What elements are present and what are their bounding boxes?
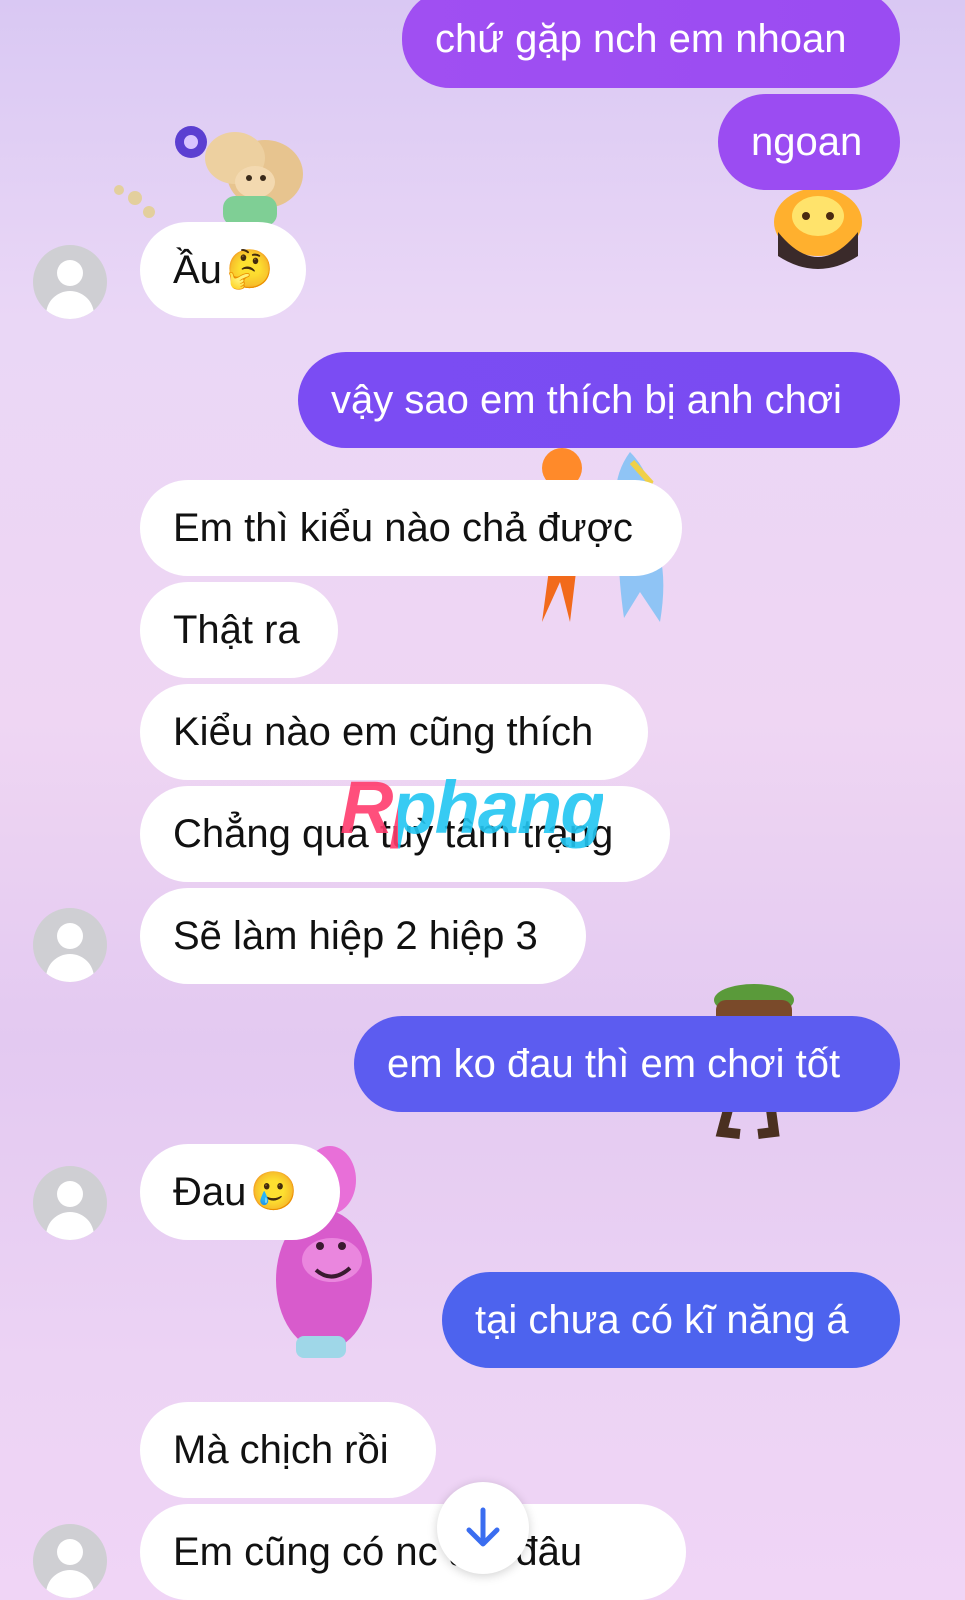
message-text: Em thì kiểu nào chả được bbox=[173, 506, 633, 550]
watermark-logo: Rphang bbox=[340, 766, 605, 849]
outgoing-message[interactable]: em ko đau thì em chơi tốt bbox=[354, 1016, 900, 1112]
fire-character-sticker bbox=[774, 188, 862, 269]
message-text: em ko đau thì em chơi tốt bbox=[387, 1042, 841, 1086]
avatar[interactable] bbox=[33, 1166, 107, 1240]
message-text: Kiểu nào em cũng thích bbox=[173, 710, 594, 754]
outgoing-message[interactable]: tại chưa có kĩ năng á bbox=[442, 1272, 900, 1368]
outgoing-message[interactable]: chứ gặp nch em nhoan bbox=[402, 0, 900, 88]
message-text: Sẽ làm hiệp 2 hiệp 3 bbox=[173, 914, 538, 958]
incoming-message[interactable]: Sẽ làm hiệp 2 hiệp 3 bbox=[140, 888, 586, 984]
thinking-emoji-icon: 🤔 bbox=[225, 249, 274, 291]
avatar[interactable] bbox=[33, 1524, 107, 1598]
tearful-smile-emoji-icon: 🥲 bbox=[250, 1171, 298, 1213]
outgoing-message[interactable]: vậy sao em thích bị anh chơi bbox=[298, 352, 900, 448]
scroll-to-bottom-button[interactable] bbox=[437, 1482, 529, 1574]
incoming-message[interactable]: Em cũng có nc am đâu bbox=[140, 1504, 686, 1600]
cloud-character-sticker bbox=[114, 126, 303, 226]
outgoing-message[interactable]: ngoan bbox=[718, 94, 900, 190]
message-text: Mà chịch rồi bbox=[173, 1428, 389, 1472]
avatar[interactable] bbox=[33, 245, 107, 319]
arrow-down-icon bbox=[466, 1507, 500, 1547]
incoming-message[interactable]: Thật ra bbox=[140, 582, 338, 678]
message-thread: chứ gặp nch em nhoan ngoan Ầu 🤔 vậy sao … bbox=[0, 0, 965, 1600]
avatar[interactable] bbox=[33, 908, 107, 982]
incoming-message[interactable]: Đau 🥲 bbox=[140, 1144, 340, 1240]
message-text: vậy sao em thích bị anh chơi bbox=[331, 378, 842, 422]
message-text: chứ gặp nch em nhoan bbox=[435, 17, 847, 61]
incoming-message[interactable]: Mà chịch rồi bbox=[140, 1402, 436, 1498]
message-text: ngoan bbox=[751, 120, 863, 164]
message-text: tại chưa có kĩ năng á bbox=[475, 1298, 849, 1342]
message-text: Ầu bbox=[173, 248, 222, 292]
message-text: Thật ra bbox=[173, 608, 300, 652]
incoming-message[interactable]: Ầu 🤔 bbox=[140, 222, 306, 318]
incoming-message[interactable]: Em thì kiểu nào chả được bbox=[140, 480, 682, 576]
message-text: Đau bbox=[173, 1170, 247, 1214]
